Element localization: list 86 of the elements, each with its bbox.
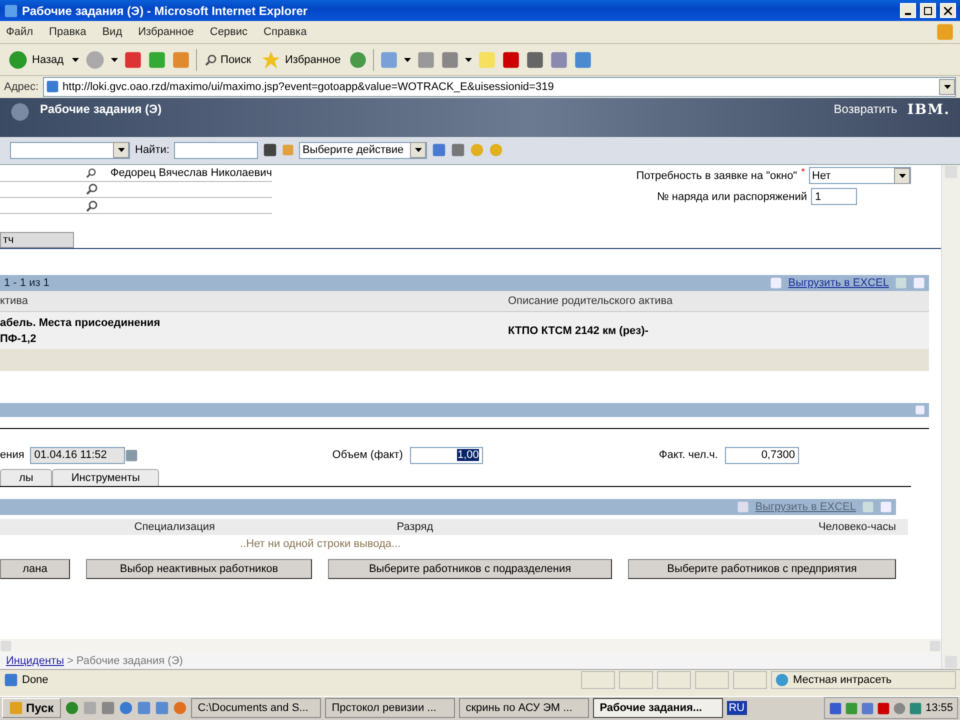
clock: 13:55 (925, 702, 953, 714)
column-header: Описание родительского актива (508, 295, 674, 308)
horizontal-scrollbar[interactable] (0, 639, 941, 654)
table-cell-text: абель. Места присоединения ПФ-1,2 (0, 316, 162, 347)
menu-item[interactable]: Файл (6, 26, 34, 38)
empty-message: ..Нет ни одной строки вывода... (240, 537, 402, 552)
breadcrumb-link[interactable]: Инциденты (6, 655, 64, 668)
taskbar-button[interactable]: C:\Documents and S... (190, 698, 321, 718)
hours-field[interactable]: 0,7300 (724, 446, 799, 464)
status-pane (619, 670, 653, 689)
volume-field[interactable]: 1,00 (410, 446, 483, 464)
column-header: Специализация (133, 521, 215, 534)
breadcrumb-current: Рабочие задания (Э) (76, 655, 183, 668)
field-label: Объем (факт) (332, 449, 403, 462)
table-cell-text: КТПО КТСМ 2142 км (рез)- (508, 324, 650, 339)
field-label: № наряда или распоряжений (657, 190, 807, 203)
action-button[interactable]: Выберите работников с подразделения (328, 559, 612, 580)
search-icon (86, 166, 96, 179)
vertical-scrollbar[interactable] (941, 165, 960, 670)
close-icon (944, 6, 952, 15)
status-pane (581, 670, 615, 689)
star-icon (261, 50, 282, 70)
caret-icon (404, 58, 411, 62)
status-text: Done (22, 674, 48, 686)
column-header: Человеко-часы (817, 521, 897, 534)
caret-icon (72, 58, 79, 62)
action-button[interactable]: Выбор неактивных работников (86, 559, 312, 580)
minimize-button[interactable] (900, 3, 916, 18)
required-mark: * (801, 167, 805, 178)
tab[interactable]: Инструменты (52, 469, 159, 486)
date-field[interactable]: 01.04.16 11:52 (30, 446, 126, 464)
column-header: ктива (0, 295, 29, 308)
window-title: Рабочие задания (Э) - Microsoft Internet Explorer (22, 4, 309, 18)
column-header: Разряд (396, 521, 434, 534)
order-number-field[interactable]: 1 (811, 188, 857, 206)
caret-icon (898, 174, 906, 178)
address-field[interactable]: http://loki.gvc.oao.rzd/maximo/ui/maximo.jsp?event=gotoapp&value=WOTRACK_E&uisessionid=319 (42, 76, 956, 97)
maximize-button[interactable] (920, 3, 936, 18)
caret-icon (414, 148, 422, 152)
tab[interactable]: лы (0, 469, 52, 486)
taskbar-button[interactable]: скринь по АСУ ЭМ ... (458, 698, 589, 718)
action-select[interactable]: Выберите действие (299, 142, 428, 159)
pager-text: 1 - 1 из 1 (4, 277, 50, 290)
menu-item[interactable]: Вид (102, 26, 122, 38)
menu-item[interactable]: Избранное (138, 26, 194, 38)
ibm-logo: IBM. (907, 102, 950, 118)
zone-text: Местная интрасеть (793, 674, 892, 686)
return-link[interactable]: Возвратить (834, 102, 898, 116)
menu-item[interactable]: Справка (264, 26, 307, 38)
find-label: Найти: (135, 144, 170, 156)
caret-icon (944, 84, 950, 89)
lookup-value: Федорец Вячеслав Николаевич (110, 166, 272, 179)
field-label: Потребность в заявке на "окно" (636, 170, 798, 182)
back-button[interactable]: Назад (6, 50, 66, 70)
taskbar-button[interactable]: Прстокол ревизии ... (324, 698, 455, 718)
search-icon (86, 200, 98, 212)
status-pane (695, 670, 729, 689)
breadcrumb-separator: > (66, 655, 74, 668)
minimize-icon (905, 12, 911, 15)
form-button[interactable]: тч (0, 232, 74, 248)
address-label: Адрес: (4, 80, 39, 93)
caret-icon (110, 58, 118, 62)
taskbar-button[interactable]: Рабочие задания... (592, 698, 723, 718)
search-icon (204, 54, 217, 66)
export-link[interactable]: Выгрузить в EXCEL (788, 277, 889, 290)
action-button[interactable]: Выберите работников с предприятия (628, 559, 896, 580)
maximize-icon (924, 6, 932, 15)
status-pane (733, 670, 767, 689)
start-button[interactable]: Пуск (2, 698, 61, 718)
search-button[interactable]: Поиск (202, 54, 254, 66)
field-label: Факт. чел.ч. (658, 449, 718, 462)
field-label: ения (0, 449, 24, 462)
find-field[interactable] (174, 142, 258, 159)
search-icon (86, 183, 98, 196)
action-button[interactable]: лана (0, 559, 70, 580)
caret-icon (118, 148, 124, 152)
close-button[interactable] (940, 3, 956, 18)
query-select[interactable] (10, 142, 130, 159)
window-need-select[interactable]: Нет (809, 167, 911, 184)
menu-item[interactable]: Правка (49, 26, 86, 38)
caret-icon (464, 58, 472, 62)
status-pane (657, 670, 691, 689)
favorites-button[interactable]: Избранное (259, 50, 343, 70)
language-indicator[interactable]: RU (726, 701, 747, 716)
app-title: Рабочие задания (Э) (40, 102, 163, 116)
menu-item[interactable]: Сервис (210, 26, 248, 38)
